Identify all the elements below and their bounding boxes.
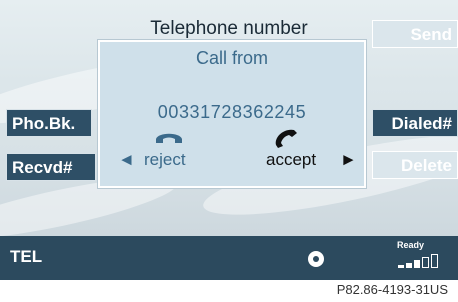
phonebook-button[interactable]: Pho.Bk. — [6, 109, 92, 137]
dialog-heading: Call from — [195, 48, 268, 68]
delete-button[interactable]: Delete — [372, 151, 458, 179]
received-calls-button[interactable]: Recvd# — [6, 153, 96, 181]
caller-number: 00331728362245 — [157, 102, 307, 122]
telephone-screen: Telephone number Pho.Bk. Recvd# Send Dia… — [0, 0, 458, 236]
status-text: Ready — [397, 240, 425, 250]
dialed-calls-button[interactable]: Dialed# — [372, 109, 458, 137]
reject-arrow-icon[interactable]: ◄ — [118, 150, 135, 170]
accept-option[interactable]: accept — [266, 150, 316, 170]
figure-caption: P82.86-4193-31US — [336, 282, 448, 297]
ring-icon — [307, 250, 325, 273]
mode-label: TEL — [10, 247, 43, 266]
reject-option[interactable]: reject — [144, 150, 186, 170]
accept-arrow-icon[interactable]: ► — [340, 150, 357, 170]
status-bar: TEL Ready — [0, 236, 458, 280]
incoming-call-dialog: Call from 00331728362245 ◄ reject accept… — [98, 40, 366, 188]
send-button[interactable]: Send — [372, 20, 458, 48]
